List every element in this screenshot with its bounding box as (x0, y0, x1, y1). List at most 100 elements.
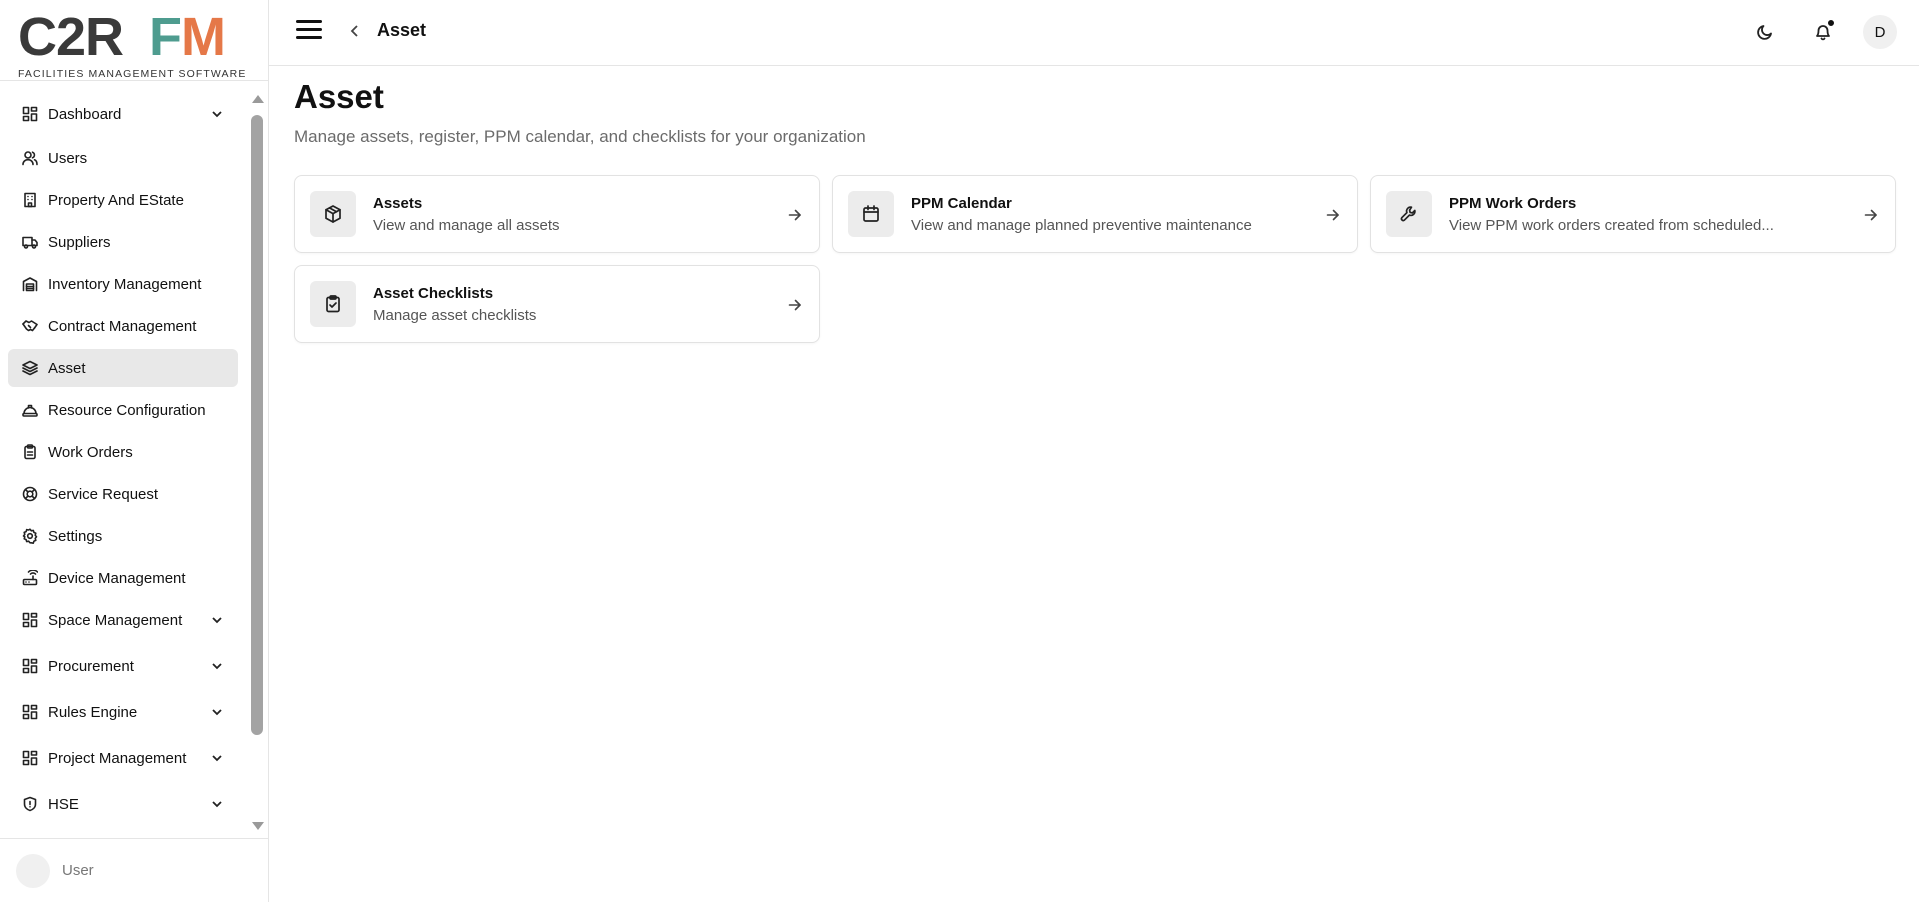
logo-f: F (149, 7, 182, 67)
sidebar-item-service-request[interactable]: Service Request (8, 475, 238, 513)
sidebar-item-label: Dashboard (48, 105, 122, 123)
sidebar-item-property-and-estate[interactable]: Property And EState (8, 181, 238, 219)
sidebar-divider (0, 80, 268, 81)
clipboard-check-icon (310, 281, 356, 327)
hamburger-menu-icon[interactable] (296, 20, 322, 42)
chevron-down-icon[interactable] (210, 705, 224, 719)
sidebar-item-label: Device Management (48, 569, 186, 587)
lifebuoy-icon (22, 486, 38, 502)
card-description: View and manage planned preventive maint… (911, 217, 1252, 234)
sidebar-item-work-orders[interactable]: Work Orders (8, 433, 238, 471)
scrollbar-thumb[interactable] (251, 115, 263, 735)
sidebar-item-inventory-management[interactable]: Inventory Management (8, 265, 238, 303)
sidebar-item-space-management[interactable]: Space Management (8, 601, 238, 639)
card-description: Manage asset checklists (373, 307, 537, 324)
chevron-down-icon[interactable] (210, 659, 224, 673)
card-title: Assets (373, 195, 423, 212)
chevron-down-icon[interactable] (210, 107, 224, 121)
logo-wordmark: C2R FM (18, 10, 242, 64)
card-ppm-calendar[interactable]: PPM Calendar View and manage planned pre… (832, 175, 1358, 253)
user-profile-footer[interactable]: User (0, 838, 268, 902)
sidebar-item-label: Property And EState (48, 191, 184, 209)
router-icon (22, 570, 38, 586)
handshake-icon (22, 318, 38, 334)
building-icon (22, 192, 38, 208)
sidebar-item-rules-engine[interactable]: Rules Engine (8, 693, 238, 731)
top-header: Asset D (269, 0, 1919, 66)
card-assets[interactable]: Assets View and manage all assets (294, 175, 820, 253)
chevron-down-icon[interactable] (210, 797, 224, 811)
sidebar-item-hse[interactable]: HSE (8, 785, 238, 823)
layers-icon (22, 360, 38, 376)
scroll-up-arrow-icon[interactable] (252, 95, 264, 103)
sidebar-item-resource-configuration[interactable]: Resource Configuration (8, 391, 238, 429)
sidebar-item-project-management[interactable]: Project Management (8, 739, 238, 777)
page-title: Asset (294, 78, 384, 115)
sidebar-item-label: Contract Management (48, 317, 197, 335)
sidebar-item-label: Resource Configuration (48, 401, 206, 419)
user-avatar[interactable] (16, 853, 50, 888)
sidebar-item-label: Rules Engine (48, 703, 138, 721)
shield-icon (22, 796, 38, 812)
sidebar-item-device-management[interactable]: Device Management (8, 559, 238, 597)
users-icon (22, 150, 38, 166)
sidebar-item-users[interactable]: Users (8, 139, 238, 177)
dashboard-icon (22, 704, 38, 720)
sidebar-item-dashboard[interactable]: Dashboard (8, 95, 238, 133)
card-asset-checklists[interactable]: Asset Checklists Manage asset checklists (294, 265, 820, 343)
chevron-down-icon[interactable] (210, 613, 224, 627)
brand-logo[interactable]: C2R FM FACILITIES MANAGEMENT SOFTWARE (18, 10, 245, 80)
logo-tagline: FACILITIES MANAGEMENT SOFTWARE (18, 68, 247, 80)
dashboard-icon (22, 106, 38, 122)
arrow-right-icon (1863, 207, 1879, 223)
clipboard-icon (22, 444, 38, 460)
truck-icon (22, 234, 38, 250)
back-chevron-icon[interactable] (347, 23, 363, 39)
card-ppm-work-orders[interactable]: PPM Work Orders View PPM work orders cre… (1370, 175, 1896, 253)
arrow-right-icon (1325, 207, 1341, 223)
arrow-right-icon (787, 207, 803, 223)
avatar-initial: D (1874, 23, 1886, 41)
card-description: View PPM work orders created from schedu… (1449, 217, 1774, 234)
sidebar-item-label: Inventory Management (48, 275, 202, 293)
sidebar-item-label: Space Management (48, 611, 183, 629)
card-title: PPM Calendar (911, 195, 1012, 212)
sidebar-item-label: Asset (48, 359, 86, 377)
hard-hat-icon (22, 402, 38, 418)
sidebar-item-label: Service Request (48, 485, 159, 503)
scroll-down-arrow-icon[interactable] (252, 822, 264, 830)
user-avatar-button[interactable]: D (1863, 15, 1897, 49)
dashboard-icon (22, 658, 38, 674)
sidebar-item-label: Work Orders (48, 443, 133, 461)
wrench-icon (1386, 191, 1432, 237)
sidebar-item-label: Procurement (48, 657, 134, 675)
chevron-down-icon[interactable] (210, 751, 224, 765)
sidebar-item-label: HSE (48, 795, 79, 813)
card-title: Asset Checklists (373, 285, 494, 302)
sidebar-item-settings[interactable]: Settings (8, 517, 238, 555)
dashboard-icon (22, 750, 38, 766)
sidebar-item-asset[interactable]: Asset (8, 349, 238, 387)
sidebar-item-suppliers[interactable]: Suppliers (8, 223, 238, 261)
sidebar-item-contract-management[interactable]: Contract Management (8, 307, 238, 345)
card-description: View and manage all assets (373, 217, 560, 234)
page-subtitle: Manage assets, register, PPM calendar, a… (294, 127, 866, 146)
sidebar-item-label: Project Management (48, 749, 187, 767)
warehouse-icon (22, 276, 38, 292)
card-title: PPM Work Orders (1449, 195, 1577, 212)
theme-toggle-moon-icon[interactable] (1750, 17, 1780, 47)
calendar-icon (848, 191, 894, 237)
arrow-right-icon (787, 297, 803, 313)
dashboard-icon (22, 612, 38, 628)
box-icon (310, 191, 356, 237)
user-name: User (62, 862, 94, 879)
sidebar-scrollbar[interactable] (249, 95, 265, 830)
sidebar-item-procurement[interactable]: Procurement (8, 647, 238, 685)
header-title: Asset (377, 20, 427, 40)
notification-badge (1827, 19, 1835, 27)
logo-c2r: C2R (18, 7, 124, 67)
sidebar: C2R FM FACILITIES MANAGEMENT SOFTWARE Da… (0, 0, 269, 902)
gear-icon (22, 528, 38, 544)
notification-bell-icon[interactable] (1808, 17, 1838, 47)
sidebar-item-label: Suppliers (48, 233, 111, 251)
